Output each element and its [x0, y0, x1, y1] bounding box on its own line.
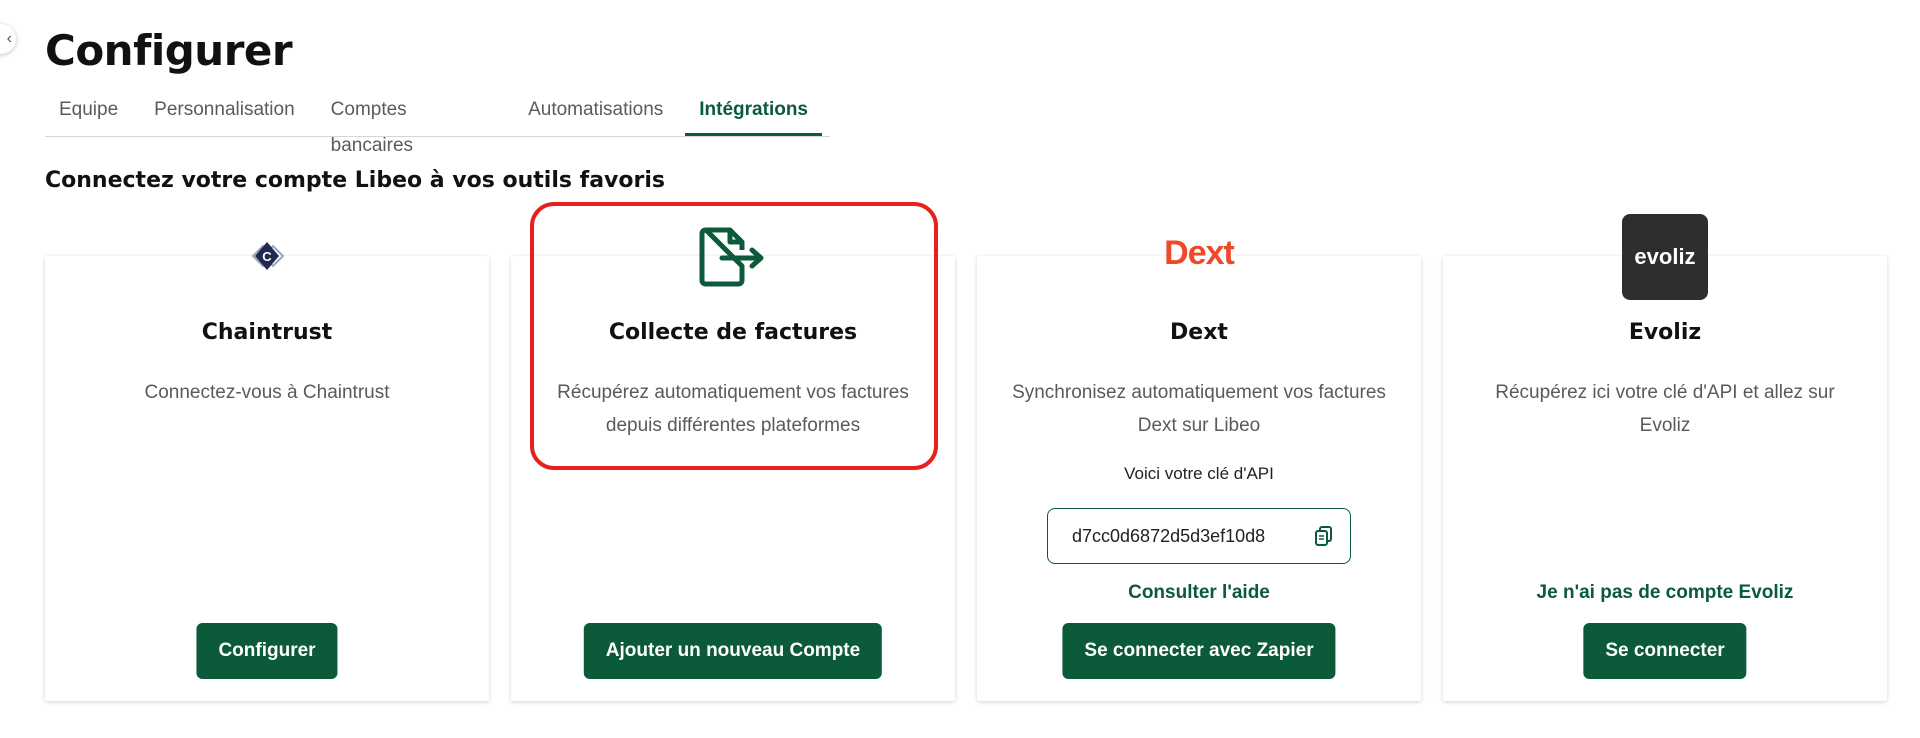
card-description: Récupérez ici votre clé d'API et allez s… [1473, 376, 1857, 442]
card-description-line: Récupérez automatiquement vos factures [557, 382, 909, 403]
add-account-button[interactable]: Ajouter un nouveau Compte [583, 623, 883, 679]
connect-zapier-button[interactable]: Se connecter avec Zapier [1062, 623, 1336, 679]
card-title: Chaintrust [201, 320, 333, 345]
page-title: Configurer [45, 26, 293, 75]
card-description-text: Connectez-vous à Chaintrust [144, 382, 390, 403]
configure-chaintrust-button[interactable]: Configurer [196, 623, 338, 679]
tab-personnalisation[interactable]: Personnalisation [140, 92, 308, 136]
copy-icon[interactable] [1312, 524, 1336, 548]
card-title: Evoliz [1628, 320, 1702, 345]
api-key-field[interactable]: d7cc0d6872d5d3ef10d8 [1047, 508, 1351, 564]
card-description-line: Dext sur Libeo [1137, 415, 1261, 436]
connect-evoliz-button[interactable]: Se connecter [1583, 623, 1747, 679]
chaintrust-logo-icon: C [45, 238, 489, 274]
card-title: Dext [1170, 320, 1228, 345]
evoliz-logo: evoliz [1443, 214, 1887, 300]
chevron-left-icon: ‹ [6, 30, 12, 47]
card-description-line: Récupérez ici votre clé d'API et allez s… [1495, 382, 1835, 403]
api-key-label: Voici votre clé d'API [1124, 464, 1274, 483]
help-link[interactable]: Consulter l'aide [977, 582, 1421, 604]
settings-tabs: Equipe Personnalisation Comptes bancaire… [45, 92, 830, 156]
svg-text:C: C [262, 249, 272, 264]
back-button[interactable]: ‹ [0, 24, 16, 54]
dext-logo-text: Dext [1164, 234, 1235, 272]
tab-integrations[interactable]: Intégrations [685, 92, 822, 136]
tab-equipe[interactable]: Equipe [45, 92, 132, 136]
card-description: Connectez-vous à Chaintrust [75, 376, 459, 409]
card-description: Synchronisez automatiquement vos facture… [1007, 376, 1391, 442]
tab-automatisations[interactable]: Automatisations [514, 92, 677, 136]
card-description-line: Synchronisez automatiquement vos facture… [1012, 382, 1386, 403]
section-title: Connectez votre compte Libeo à vos outil… [45, 168, 665, 193]
no-evoliz-account-link[interactable]: Je n'ai pas de compte Evoliz [1443, 582, 1887, 604]
api-key-value[interactable]: d7cc0d6872d5d3ef10d8 [1072, 526, 1302, 547]
evoliz-logo-text: evoliz [1634, 244, 1696, 269]
evoliz-logo-box: evoliz [1622, 214, 1708, 300]
file-export-icon [511, 226, 955, 288]
integration-card-collecte: Collecte de factures Récupérez automatiq… [511, 227, 955, 701]
integration-card-evoliz: evoliz Evoliz Récupérez ici votre clé d'… [1443, 214, 1887, 701]
integration-card-chaintrust: C Chaintrust Connectez-vous à Chaintrust… [45, 242, 489, 701]
card-description: Récupérez automatiquement vos factures d… [541, 376, 925, 442]
card-description-line: Evoliz [1639, 415, 1691, 436]
card-description-line: depuis différentes plateformes [605, 415, 861, 436]
dext-logo: Dext [977, 234, 1421, 273]
integration-card-dext: Dext Dext Synchronisez automatiquement v… [977, 234, 1421, 701]
tab-comptes-bancaires[interactable]: Comptes bancaires [317, 92, 506, 156]
card-title: Collecte de factures [608, 320, 858, 345]
